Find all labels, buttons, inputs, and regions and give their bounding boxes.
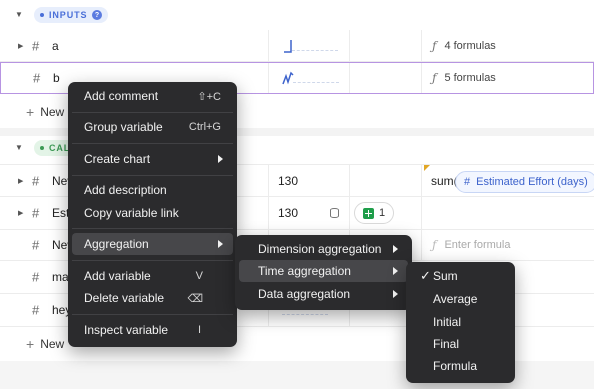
comment-marker-icon[interactable] [424,165,430,171]
menu-item-add-comment[interactable]: Add comment ⇧+C [72,85,233,107]
menu-item-dimension-aggregation[interactable]: Dimension aggregation [239,238,408,260]
menu-item-group-variable[interactable]: Group variable Ctrl+G [72,116,233,138]
menu-separator [72,143,233,144]
function-icon: ƒ [432,38,437,53]
column-divider [421,165,422,196]
column-divider [268,30,269,61]
column-divider [349,197,350,229]
submenu-arrow-icon [393,290,398,298]
menu-item-copy-link[interactable]: Copy variable link [72,202,233,224]
formula-placeholder: Enter formula [444,239,511,251]
submenu-arrow-icon [393,267,398,275]
sparkline-icon [282,71,294,85]
google-sheets-icon [363,207,374,219]
menu-item-add-variable[interactable]: Add variable V [72,265,233,287]
column-divider [421,63,422,93]
menu-item-formula[interactable]: Formula [410,355,511,377]
menu-separator [72,175,233,176]
menu-item-final[interactable]: Final [410,333,511,355]
menu-separator [72,260,233,261]
column-divider [349,165,350,196]
menu-separator [72,314,233,315]
sparkline-icon [284,40,292,53]
context-menu: Add comment ⇧+C Group variable Ctrl+G Crea… [68,82,237,347]
dot-icon [40,13,44,17]
menu-item-create-chart[interactable]: Create chart [72,148,233,170]
spreadsheet-page: ▼ INPUTS ? ▶ # a ƒ 4 formulas # b ƒ 5 form… [0,0,594,389]
variable-hash-icon: # [464,176,471,188]
column-divider [421,197,422,229]
column-divider [421,30,422,61]
column-divider [421,230,422,260]
formula-prefix[interactable]: sum( [431,165,458,196]
formula-cell[interactable]: ƒ 4 formulas [432,30,496,61]
variable-reference-chip[interactable]: # Estimated Effort (days) [455,171,594,193]
collapse-caret-icon[interactable]: ▼ [15,143,25,153]
menu-item-inspect-variable[interactable]: Inspect variable I [72,319,233,341]
menu-item-average[interactable]: Average [410,288,511,310]
expand-arrow-icon[interactable]: ▶ [18,42,23,50]
time-aggregation-submenu: ✓ Sum Average Initial Final Formula [406,262,515,383]
variable-value[interactable]: 130 [278,197,298,229]
menu-item-sum[interactable]: ✓ Sum [410,265,511,287]
function-icon: ƒ [432,238,437,252]
number-type-icon: # [32,269,40,285]
database-icon [330,208,339,218]
expand-arrow-icon[interactable]: ▶ [18,209,23,217]
inputs-section-pill[interactable]: INPUTS ? [34,7,109,23]
menu-item-data-aggregation[interactable]: Data aggregation [239,283,408,305]
expand-arrow-icon[interactable]: ▶ [18,177,23,185]
number-type-icon: # [32,237,40,253]
menu-item-initial[interactable]: Initial [410,311,511,333]
variable-name[interactable]: b [53,63,60,93]
menu-separator [72,228,233,229]
sparkline-baseline [282,314,328,315]
new-variable-button[interactable]: + New [26,336,64,352]
inputs-section-header: ▼ INPUTS ? [0,0,594,30]
checkmark-icon: ✓ [420,268,431,283]
variable-name[interactable]: Est [52,197,69,229]
aggregation-submenu: Dimension aggregation Time aggregation D… [235,235,412,310]
column-divider [268,165,269,196]
menu-item-delete-variable[interactable]: Delete variable ⌫ [72,287,233,309]
formula-cell[interactable]: ƒ Enter formula [432,230,510,260]
menu-separator [72,112,233,113]
number-type-icon: # [32,205,40,221]
plus-icon: + [26,336,35,352]
inputs-section-label: INPUTS [49,10,88,20]
number-type-icon: # [33,70,41,86]
number-type-icon: # [32,173,40,188]
submenu-arrow-icon [393,245,398,253]
column-divider [349,63,350,93]
menu-item-add-description[interactable]: Add description [72,179,233,201]
table-row[interactable]: ▶ # a ƒ 4 formulas [0,30,594,62]
help-icon[interactable]: ? [92,10,103,20]
new-variable-button[interactable]: + New [26,104,64,120]
sheet-link-chip[interactable]: 1 [354,202,394,224]
column-divider [268,197,269,229]
variable-name[interactable]: a [52,30,59,61]
function-icon: ƒ [432,71,437,85]
variable-value[interactable]: 130 [278,165,298,196]
number-type-icon: # [32,302,40,318]
dot-icon [40,146,44,150]
menu-item-aggregation[interactable]: Aggregation [72,233,233,255]
submenu-arrow-icon [218,155,223,163]
sparkline-baseline [293,82,339,83]
menu-item-time-aggregation[interactable]: Time aggregation [239,260,408,282]
formula-count: 4 formulas [444,39,496,52]
column-divider [268,63,269,93]
variable-name[interactable]: ma [52,261,69,293]
formula-cell[interactable]: ƒ 5 formulas [432,63,496,93]
plus-icon: + [26,104,35,120]
submenu-arrow-icon [218,240,223,248]
sparkline-baseline [292,50,338,51]
number-type-icon: # [32,38,40,53]
collapse-caret-icon[interactable]: ▼ [15,10,25,20]
formula-count: 5 formulas [444,72,496,84]
column-divider [349,30,350,61]
